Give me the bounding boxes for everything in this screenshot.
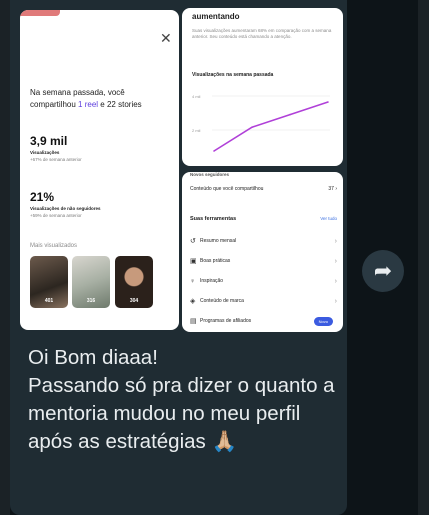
thumbnail[interactable]: 304	[115, 256, 153, 308]
week-summary: Na semana passada, você compartilhou 1 r…	[30, 88, 142, 109]
chevron-right-icon: ›	[334, 237, 337, 245]
tool-item-best-practices[interactable]: ▣ Boas práticas ›	[190, 252, 337, 270]
close-icon: ✕	[160, 30, 172, 46]
screenshot-views-chart[interactable]: aumentando Suas visualizações aumentaram…	[182, 8, 343, 166]
most-viewed-label: Mais visualizados	[30, 243, 78, 249]
shared-content-row[interactable]: Conteúdo que você compartilhou 37 ›	[190, 186, 337, 192]
chevron-right-icon: ›	[334, 277, 337, 285]
screenshot-insights[interactable]: ✕ Na semana passada, você compartilhou 1…	[20, 10, 179, 330]
shared-content-label: Conteúdo que você compartilhou	[190, 186, 264, 192]
see-all-link[interactable]: Ver tudo	[320, 216, 337, 222]
thumbnail[interactable]: 316	[72, 256, 110, 308]
views-label: Visualizações	[30, 150, 60, 155]
data-point	[289, 113, 291, 116]
message-text: Oi Bom diaaa! Passando só pra dizer o qu…	[28, 346, 335, 453]
section-header: Novos seguidores	[190, 172, 230, 177]
forward-icon: ➦	[373, 258, 393, 283]
views-change: +67% de semana anterior	[30, 157, 82, 162]
tag-icon: ◈	[190, 298, 196, 305]
views-line-chart: 4 mil 2 mil	[192, 94, 330, 152]
shared-content-value: 37 ›	[328, 186, 337, 192]
views-trend-title: aumentando	[192, 12, 240, 21]
new-badge: Novo	[313, 316, 333, 326]
tool-item-branded-content[interactable]: ◈ Conteúdo de marca ›	[190, 292, 337, 310]
tools-header: Suas ferramentas Ver tudo	[190, 216, 337, 222]
bulb-icon: ♀	[190, 277, 196, 285]
views-trend-description: Suas visualizações aumentaram 68% em com…	[192, 28, 332, 39]
forward-button[interactable]: ➦	[362, 250, 404, 292]
data-point	[251, 126, 253, 128]
left-edge	[0, 0, 10, 515]
screenshot-tools[interactable]: Novos seguidores Conteúdo que você compa…	[182, 172, 343, 332]
tool-item-affiliate-programs[interactable]: ▤ Programas de afiliados Novo	[190, 312, 337, 330]
tools-title: Suas ferramentas	[190, 216, 237, 222]
status-bar-indicator	[20, 10, 60, 16]
nonfollowers-value: 21%	[30, 190, 55, 204]
tool-item-inspiration[interactable]: ♀ Inspiração ›	[190, 272, 337, 290]
tool-item-monthly-summary[interactable]: ↺ Resumo mensal ›	[190, 232, 337, 250]
right-edge	[418, 0, 429, 515]
thumbnail[interactable]: 401	[30, 256, 68, 308]
data-point	[213, 150, 215, 152]
views-value: 3,9 mil	[30, 134, 68, 148]
nonfollowers-change: +59% de semana anterior	[30, 213, 82, 218]
series-line	[213, 101, 329, 152]
chevron-right-icon: ›	[334, 297, 337, 305]
clock-icon: ↺	[190, 238, 196, 245]
y-tick-label: 2 mil	[192, 128, 201, 133]
nonfollowers-label: Visualizações de não seguidores	[30, 206, 101, 211]
data-point	[327, 101, 329, 103]
affiliate-icon: ▤	[190, 318, 197, 325]
chevron-right-icon: ›	[334, 257, 337, 265]
chart-title: Visualizações na semana passada	[192, 72, 274, 78]
tips-icon: ▣	[190, 258, 197, 265]
y-tick-label: 4 mil	[192, 94, 201, 99]
